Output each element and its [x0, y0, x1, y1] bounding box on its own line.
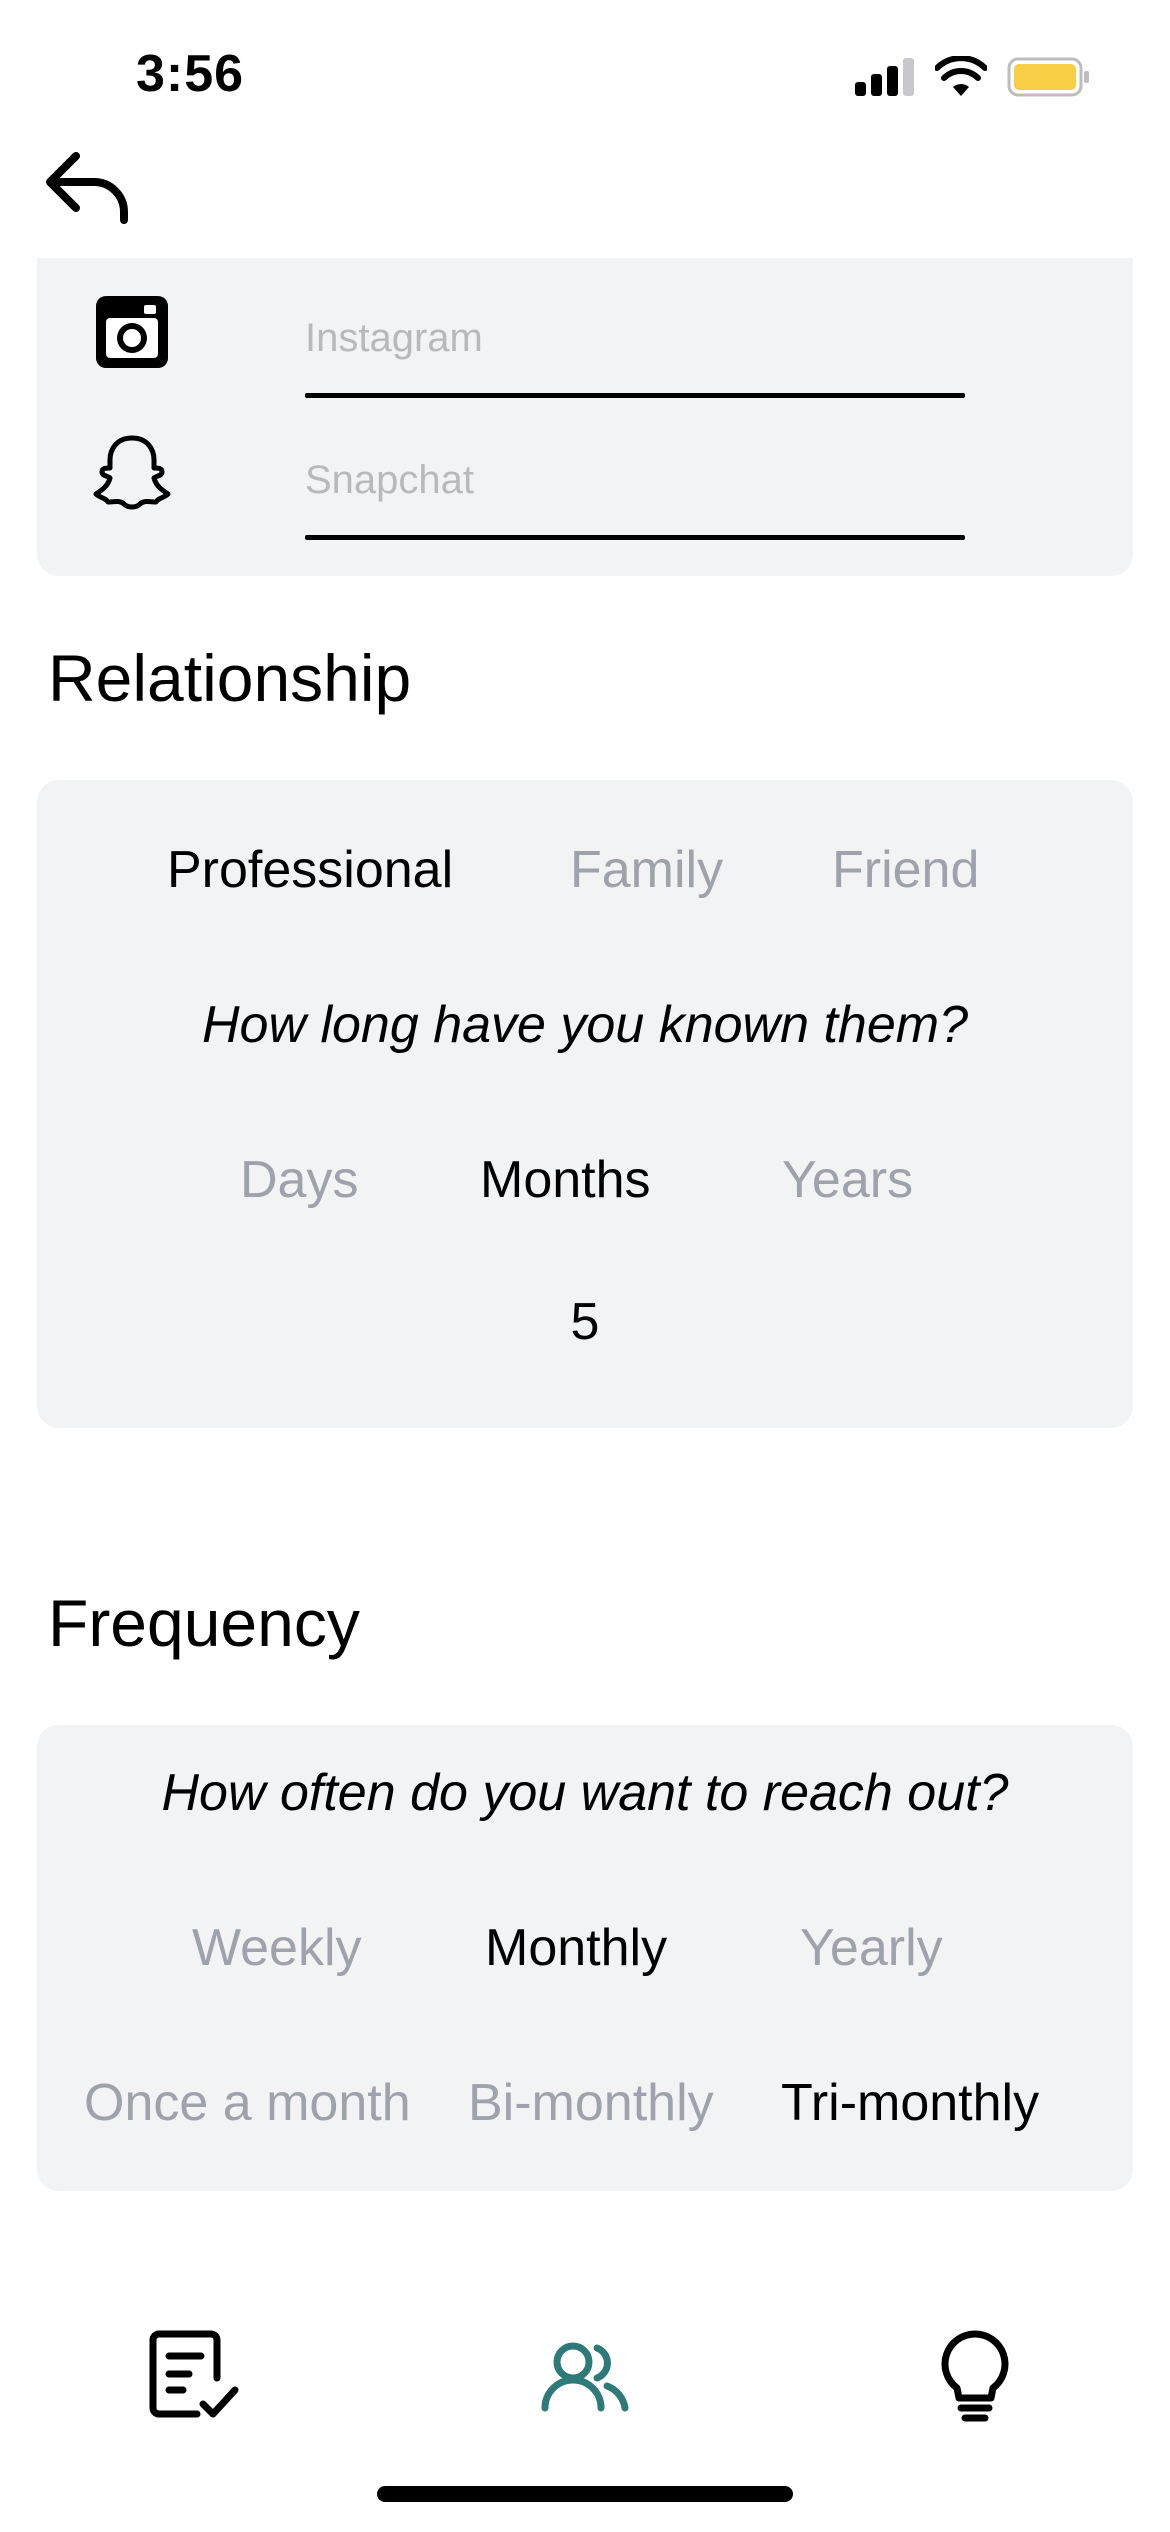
snapchat-input[interactable]: Snapchat: [305, 430, 965, 540]
contact-edit-screen: 3:56 Instagram Snapchat Relationship Pro…: [0, 0, 1170, 2532]
snapchat-underline: [305, 535, 965, 540]
relationship-option-family[interactable]: Family: [570, 840, 723, 900]
back-arrow-icon[interactable]: [42, 148, 132, 228]
snapchat-icon: [93, 435, 171, 510]
frequency-count-bimonthly[interactable]: Bi-monthly: [468, 2073, 714, 2133]
duration-unit-years[interactable]: Years: [782, 1150, 913, 1210]
frequency-title: Frequency: [48, 1586, 360, 1660]
instagram-icon: [96, 296, 168, 368]
reach-out-question: How often do you want to reach out?: [161, 1764, 1009, 1822]
instagram-underline: [305, 393, 965, 398]
frequency-count-once[interactable]: Once a month: [84, 2073, 411, 2133]
snapchat-placeholder: Snapchat: [305, 458, 475, 502]
frequency-period-weekly[interactable]: Weekly: [192, 1918, 362, 1978]
relationship-title: Relationship: [48, 641, 412, 715]
wifi-icon: [935, 56, 987, 96]
frequency-count-trimonthly[interactable]: Tri-monthly: [781, 2073, 1039, 2133]
home-indicator: [377, 2486, 793, 2502]
duration-unit-days[interactable]: Days: [240, 1150, 358, 1210]
frequency-card: How often do you want to reach out? Week…: [37, 1725, 1133, 2191]
checklist-icon[interactable]: [147, 2328, 243, 2424]
frequency-period-yearly[interactable]: Yearly: [800, 1918, 943, 1978]
battery-icon: [1007, 57, 1089, 97]
frequency-period-monthly[interactable]: Monthly: [485, 1918, 667, 1978]
duration-value[interactable]: 5: [37, 1292, 1133, 1352]
relationship-card: Professional Family Friend How long have…: [37, 780, 1133, 1428]
lightbulb-icon[interactable]: [927, 2328, 1023, 2424]
instagram-input[interactable]: Instagram: [305, 288, 965, 398]
contacts-icon[interactable]: [537, 2328, 633, 2424]
cellular-signal-icon: [855, 58, 915, 96]
relationship-option-professional[interactable]: Professional: [167, 840, 453, 900]
social-links-card: Instagram Snapchat: [37, 258, 1133, 576]
known-duration-question: How long have you known them?: [201, 996, 968, 1054]
duration-unit-months[interactable]: Months: [480, 1150, 651, 1210]
relationship-option-friend[interactable]: Friend: [832, 840, 979, 900]
status-time: 3:56: [136, 45, 245, 103]
instagram-placeholder: Instagram: [305, 316, 483, 360]
